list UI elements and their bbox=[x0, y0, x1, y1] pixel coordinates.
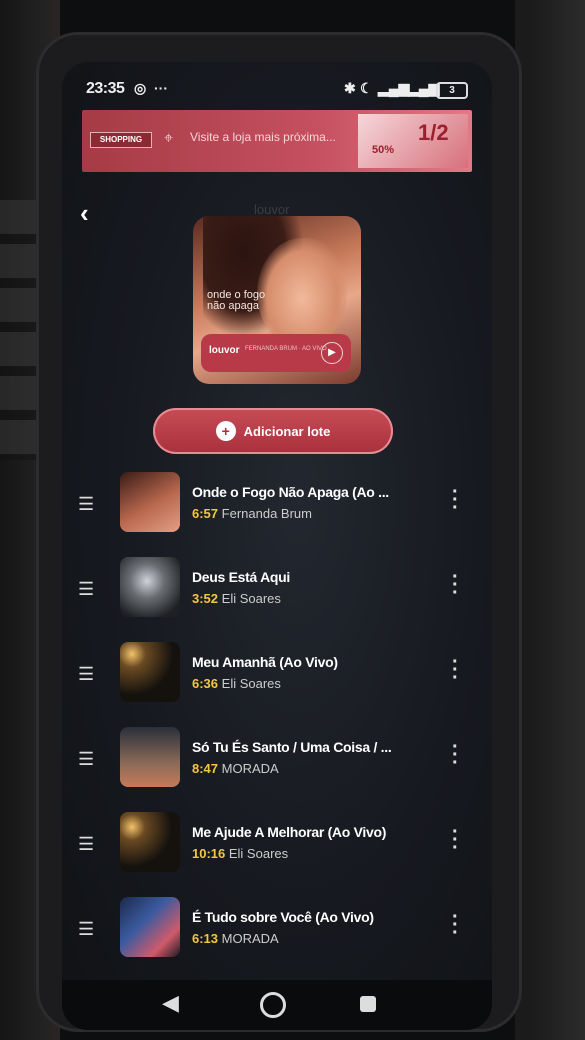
more-options-icon[interactable]: · · · bbox=[452, 567, 459, 603]
nav-back-icon[interactable]: ◀ bbox=[162, 990, 179, 1016]
track-row[interactable]: ☰ Me Ajude A Melhorar (Ao Vivo) 10:16 El… bbox=[62, 812, 492, 876]
drag-handle-icon[interactable]: ☰ bbox=[78, 494, 94, 515]
track-duration: 3:52 bbox=[192, 591, 219, 606]
track-artist: Eli Soares bbox=[228, 846, 289, 861]
track-row[interactable]: ☰ Onde o Fogo Não Apaga (Ao ... 6:57 Fer… bbox=[62, 472, 492, 536]
add-icon: + bbox=[215, 421, 236, 441]
track-title: Meu Amanhã (Ao Vivo) bbox=[192, 654, 338, 670]
track-thumbnail bbox=[120, 642, 180, 702]
more-options-icon[interactable]: · · · bbox=[452, 482, 459, 518]
add-batch-button[interactable]: + Adicionar lote bbox=[153, 408, 393, 454]
ad-logo: SHOPPING bbox=[90, 132, 152, 148]
track-title: É Tudo sobre Você (Ao Vivo) bbox=[192, 909, 374, 925]
battery-icon: 3 bbox=[436, 82, 468, 99]
track-artist: MORADA bbox=[221, 931, 279, 946]
more-notifications-icon: ··· bbox=[154, 80, 168, 96]
add-batch-label: Adicionar lote bbox=[243, 423, 331, 439]
cover-label-bar: louvor FERNANDA BRUM · AO VIVO ▶ bbox=[201, 334, 351, 372]
track-title: Só Tu És Santo / Uma Coisa / ... bbox=[192, 739, 392, 755]
drag-handle-icon[interactable]: ☰ bbox=[78, 664, 94, 685]
more-options-icon[interactable]: · · · bbox=[452, 737, 459, 773]
track-thumbnail bbox=[120, 727, 180, 787]
track-row[interactable]: ☰ É Tudo sobre Você (Ao Vivo) 6:13 MORAD… bbox=[62, 897, 492, 961]
more-options-icon[interactable]: · · · bbox=[452, 907, 459, 943]
drag-handle-icon[interactable]: ☰ bbox=[78, 749, 94, 770]
do-not-disturb-icon: ☾ bbox=[360, 80, 373, 96]
track-thumbnail bbox=[120, 472, 180, 532]
track-duration: 6:57 bbox=[192, 506, 219, 521]
system-nav-bar: ◀ bbox=[62, 980, 492, 1030]
back-arrow-icon[interactable]: ‹ bbox=[80, 198, 89, 229]
track-duration: 10:16 bbox=[192, 846, 226, 861]
cover-sub: FERNANDA BRUM · AO VIVO bbox=[245, 346, 327, 352]
ad-promo-percent: 50% bbox=[372, 144, 395, 156]
cover-label: louvor bbox=[209, 345, 240, 356]
location-pin-icon: ⌖ bbox=[164, 130, 174, 147]
track-title: Onde o Fogo Não Apaga (Ao ... bbox=[192, 484, 389, 500]
more-options-icon[interactable]: · · · bbox=[452, 822, 459, 858]
track-duration: 8:47 bbox=[192, 761, 219, 776]
ad-promo-big: 1/2 bbox=[418, 120, 449, 145]
track-row[interactable]: ☰ Só Tu És Santo / Uma Coisa / ... 8:47 … bbox=[62, 727, 492, 791]
track-thumbnail bbox=[120, 897, 180, 957]
signal-icon: ▂▄▆ bbox=[378, 80, 410, 96]
cover-play-icon: ▶ bbox=[321, 342, 343, 364]
drag-handle-icon[interactable]: ☰ bbox=[78, 919, 94, 940]
playlist-header-title: louvor bbox=[254, 202, 290, 217]
phone-screen: 23:35 ◎ ··· ✱ ☾ ▂▄▆ ▂▄▆ 3 SHOPPING ⌖ Vis… bbox=[62, 62, 492, 1030]
track-row[interactable]: ☰ Meu Amanhã (Ao Vivo) 6:36 Eli Soares ·… bbox=[62, 642, 492, 706]
whatsapp-icon: ◎ bbox=[134, 80, 147, 96]
track-artist: MORADA bbox=[221, 761, 279, 776]
nav-recents-icon[interactable] bbox=[360, 996, 376, 1012]
cover-title: onde o fogo não apaga bbox=[207, 289, 266, 312]
ad-promo-image: 50% 1/2 bbox=[358, 114, 468, 168]
more-options-icon[interactable]: · · · bbox=[452, 652, 459, 688]
ad-banner[interactable]: SHOPPING ⌖ Visite a loja mais próxima...… bbox=[82, 110, 472, 172]
track-duration: 6:13 bbox=[192, 931, 219, 946]
drag-handle-icon[interactable]: ☰ bbox=[78, 834, 94, 855]
signal-icon-2: ▂▄▆ bbox=[408, 80, 440, 96]
playlist-cover: onde o fogo não apaga louvor FERNANDA BR… bbox=[193, 216, 361, 384]
background-right bbox=[515, 0, 585, 1040]
track-thumbnail bbox=[120, 557, 180, 617]
track-artist: Eli Soares bbox=[221, 591, 281, 606]
track-title: Me Ajude A Melhorar (Ao Vivo) bbox=[192, 824, 387, 840]
track-thumbnail bbox=[120, 812, 180, 872]
status-bar: 23:35 ◎ ··· ✱ ☾ ▂▄▆ ▂▄▆ 3 bbox=[86, 76, 468, 106]
nav-home-icon[interactable] bbox=[260, 992, 286, 1018]
track-duration: 6:36 bbox=[192, 676, 219, 691]
keyboard-background bbox=[0, 200, 40, 460]
drag-handle-icon[interactable]: ☰ bbox=[78, 579, 94, 600]
track-artist: Fernanda Brum bbox=[221, 506, 312, 521]
track-row[interactable]: ☰ Deus Está Aqui 3:52 Eli Soares · · · bbox=[62, 557, 492, 621]
track-artist: Eli Soares bbox=[221, 676, 281, 691]
ad-text: Visite a loja mais próxima... bbox=[190, 130, 336, 144]
track-title: Deus Está Aqui bbox=[192, 569, 290, 585]
status-time: 23:35 bbox=[86, 80, 125, 97]
cover-face-shape bbox=[257, 238, 347, 348]
bluetooth-icon: ✱ bbox=[344, 80, 356, 96]
